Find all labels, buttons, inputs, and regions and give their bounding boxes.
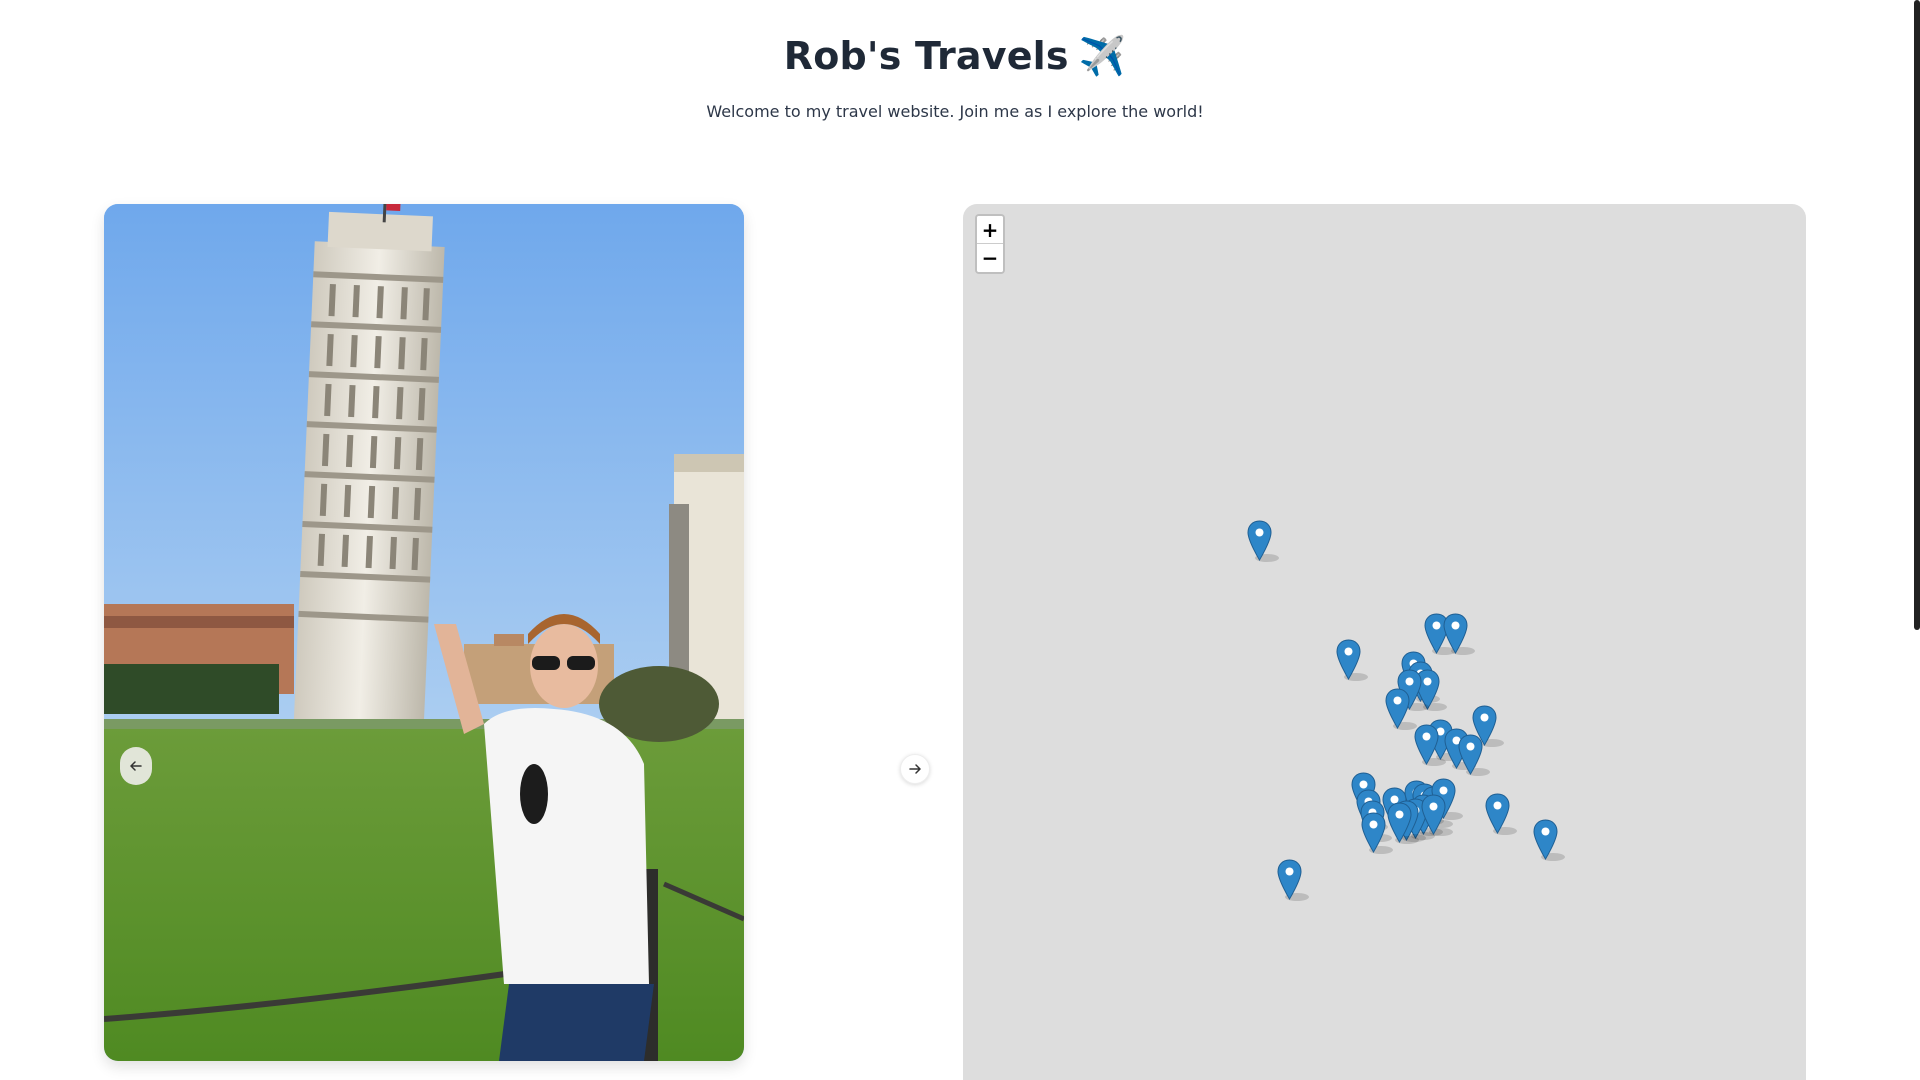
map-pin-icon[interactable] — [1414, 724, 1446, 766]
page-scrollbar[interactable] — [1914, 0, 1920, 630]
airplane-icon: ✈️ — [1078, 34, 1127, 78]
map-pin-icon[interactable] — [1361, 812, 1393, 854]
page-title-text: Rob's Travels — [783, 34, 1069, 78]
travel-photo — [104, 204, 744, 1061]
previous-photo-button[interactable] — [120, 747, 152, 785]
map-pin-icon[interactable] — [1336, 639, 1368, 681]
map-pin-icon[interactable] — [1533, 819, 1565, 861]
map-pin-icon[interactable] — [1277, 859, 1309, 901]
page-subtitle: Welcome to my travel website. Join me as… — [706, 102, 1204, 121]
map-pin-icon[interactable] — [1385, 688, 1417, 730]
map-pin-icon[interactable] — [1458, 734, 1490, 776]
zoom-control: + − — [975, 214, 1005, 274]
map-pin-icon[interactable] — [1485, 793, 1517, 835]
next-photo-button[interactable] — [900, 754, 930, 784]
photo-gallery — [104, 204, 744, 1061]
map-pin-icon[interactable] — [1247, 520, 1279, 562]
map-pin-icon[interactable] — [1421, 794, 1453, 836]
arrow-left-icon — [130, 761, 142, 771]
travel-map[interactable]: + − — [963, 204, 1806, 1080]
zoom-in-button[interactable]: + — [977, 216, 1003, 244]
page: Rob's Travels ✈️ Welcome to my travel web… — [0, 0, 1920, 1080]
map-pin-icon[interactable] — [1443, 613, 1475, 655]
page-title: Rob's Travels ✈️ — [0, 34, 1910, 79]
zoom-out-button[interactable]: − — [977, 244, 1003, 272]
arrow-right-icon — [909, 764, 921, 774]
